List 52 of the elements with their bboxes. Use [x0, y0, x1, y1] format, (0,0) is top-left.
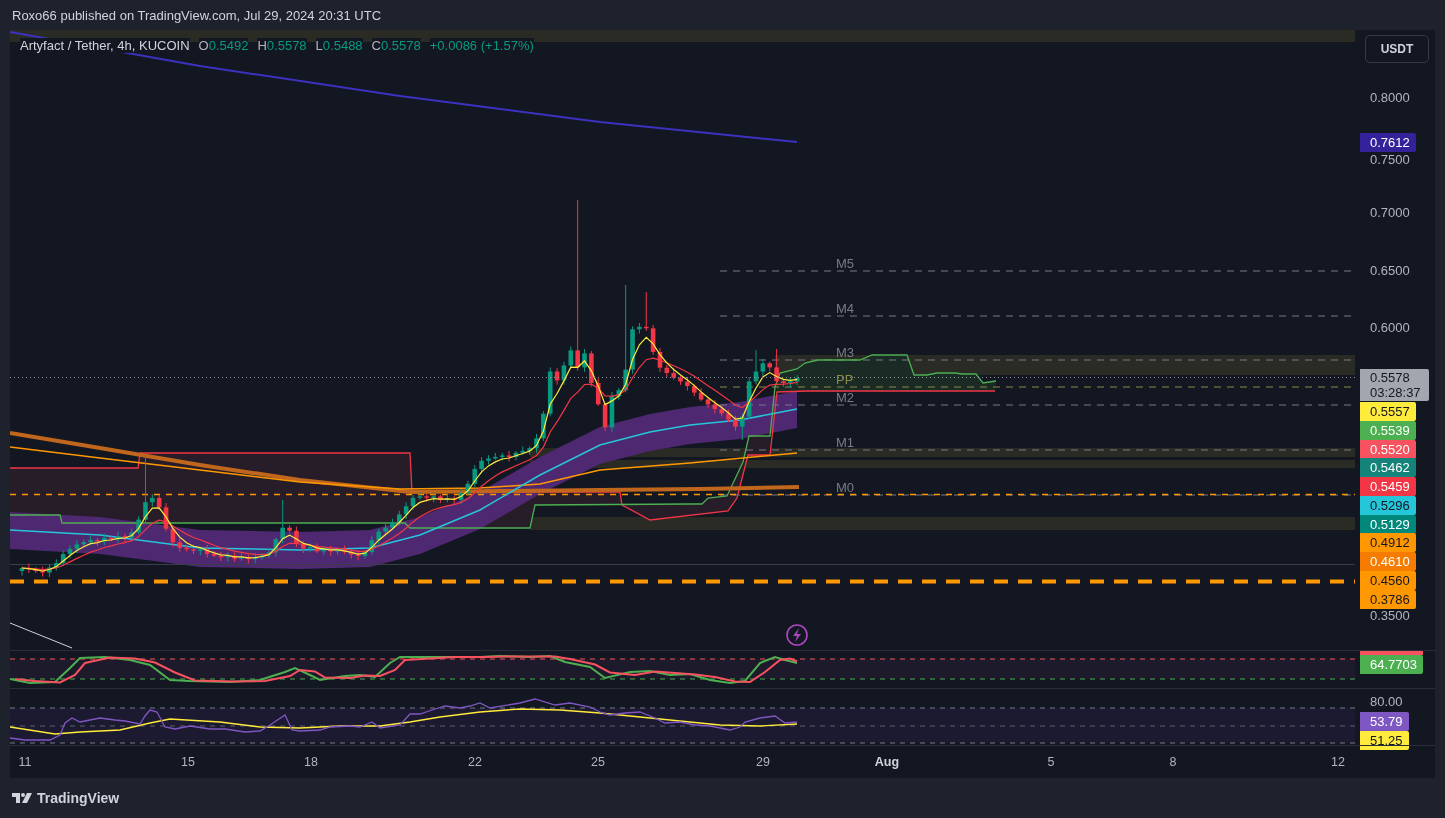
- time-axis-label: 15: [181, 755, 195, 769]
- price-label: 53.79: [1360, 712, 1409, 731]
- price-label: 0.5557: [1360, 402, 1416, 421]
- time-axis-label: 5: [1047, 755, 1055, 769]
- pivot-label: M1: [836, 435, 855, 450]
- ohlc-value: L0.5488: [315, 38, 363, 53]
- time-axis-label: 8: [1169, 755, 1177, 769]
- price-label: 0.3786: [1360, 590, 1416, 609]
- ohlc-value: O0.5492: [198, 38, 249, 53]
- time-axis-label: 18: [304, 755, 318, 769]
- price-label: 0.4912: [1360, 533, 1416, 552]
- price-tick-label: 0.7500: [1370, 152, 1410, 168]
- price-label: 64.7703: [1360, 655, 1423, 674]
- price-label: 0.5462: [1360, 458, 1416, 477]
- price-label: 0.5296: [1360, 496, 1416, 515]
- logo-icon: [12, 793, 32, 803]
- price-label: 0.4610: [1360, 552, 1416, 571]
- pivot-label: PP: [836, 372, 854, 387]
- time-axis-label: 29: [756, 755, 770, 769]
- pivot-label: M4: [836, 301, 855, 316]
- price-label: 0.7612: [1360, 133, 1416, 152]
- price-label: 0.4560: [1360, 571, 1416, 590]
- lightning-icon[interactable]: [786, 624, 808, 646]
- currency-button[interactable]: USDT: [1365, 35, 1429, 63]
- price-tick-label: 0.6500: [1370, 263, 1410, 279]
- price-label: 51.25: [1360, 731, 1409, 750]
- trend-line: [10, 622, 73, 649]
- price-tick-label: 0.7000: [1370, 205, 1410, 221]
- time-axis-label: 11: [18, 755, 32, 769]
- price-tick-label: 0.6000: [1370, 320, 1410, 336]
- time-axis-label: 12: [1331, 755, 1345, 769]
- time-axis-label: 22: [468, 755, 482, 769]
- ohlc-value: H0.5578: [257, 38, 307, 53]
- rsi-tick-label: 80.00: [1370, 694, 1403, 710]
- symbol-title: Artyfact / Tether, 4h, KUCOIN: [20, 38, 190, 53]
- price-label-countdown: 0.5578 03:28:37: [1360, 369, 1429, 401]
- pivot-label: M5: [836, 256, 855, 271]
- publication-info: Roxo66 published on TradingView.com, Jul 29, 2024 20:31 UTC: [12, 7, 382, 23]
- price-label: 0.5539: [1360, 421, 1416, 440]
- logo-text: TradingView: [37, 790, 120, 806]
- ohlc-value: C0.5578: [371, 38, 421, 53]
- price-tick-label: 0.3500: [1370, 608, 1410, 624]
- price-label: 0.5459: [1360, 477, 1416, 496]
- price-label: 0.5520: [1360, 440, 1416, 459]
- pivot-label: M3: [836, 345, 855, 360]
- price-change: +0.0086 (+1.57%): [429, 38, 534, 53]
- pivot-label: M2: [836, 390, 855, 405]
- time-axis-label: Aug: [874, 755, 900, 769]
- time-axis-label: 25: [591, 755, 605, 769]
- price-label: 0.5129: [1360, 515, 1416, 534]
- price-tick-label: 0.8000: [1370, 90, 1410, 106]
- pivot-label: M0: [836, 480, 855, 495]
